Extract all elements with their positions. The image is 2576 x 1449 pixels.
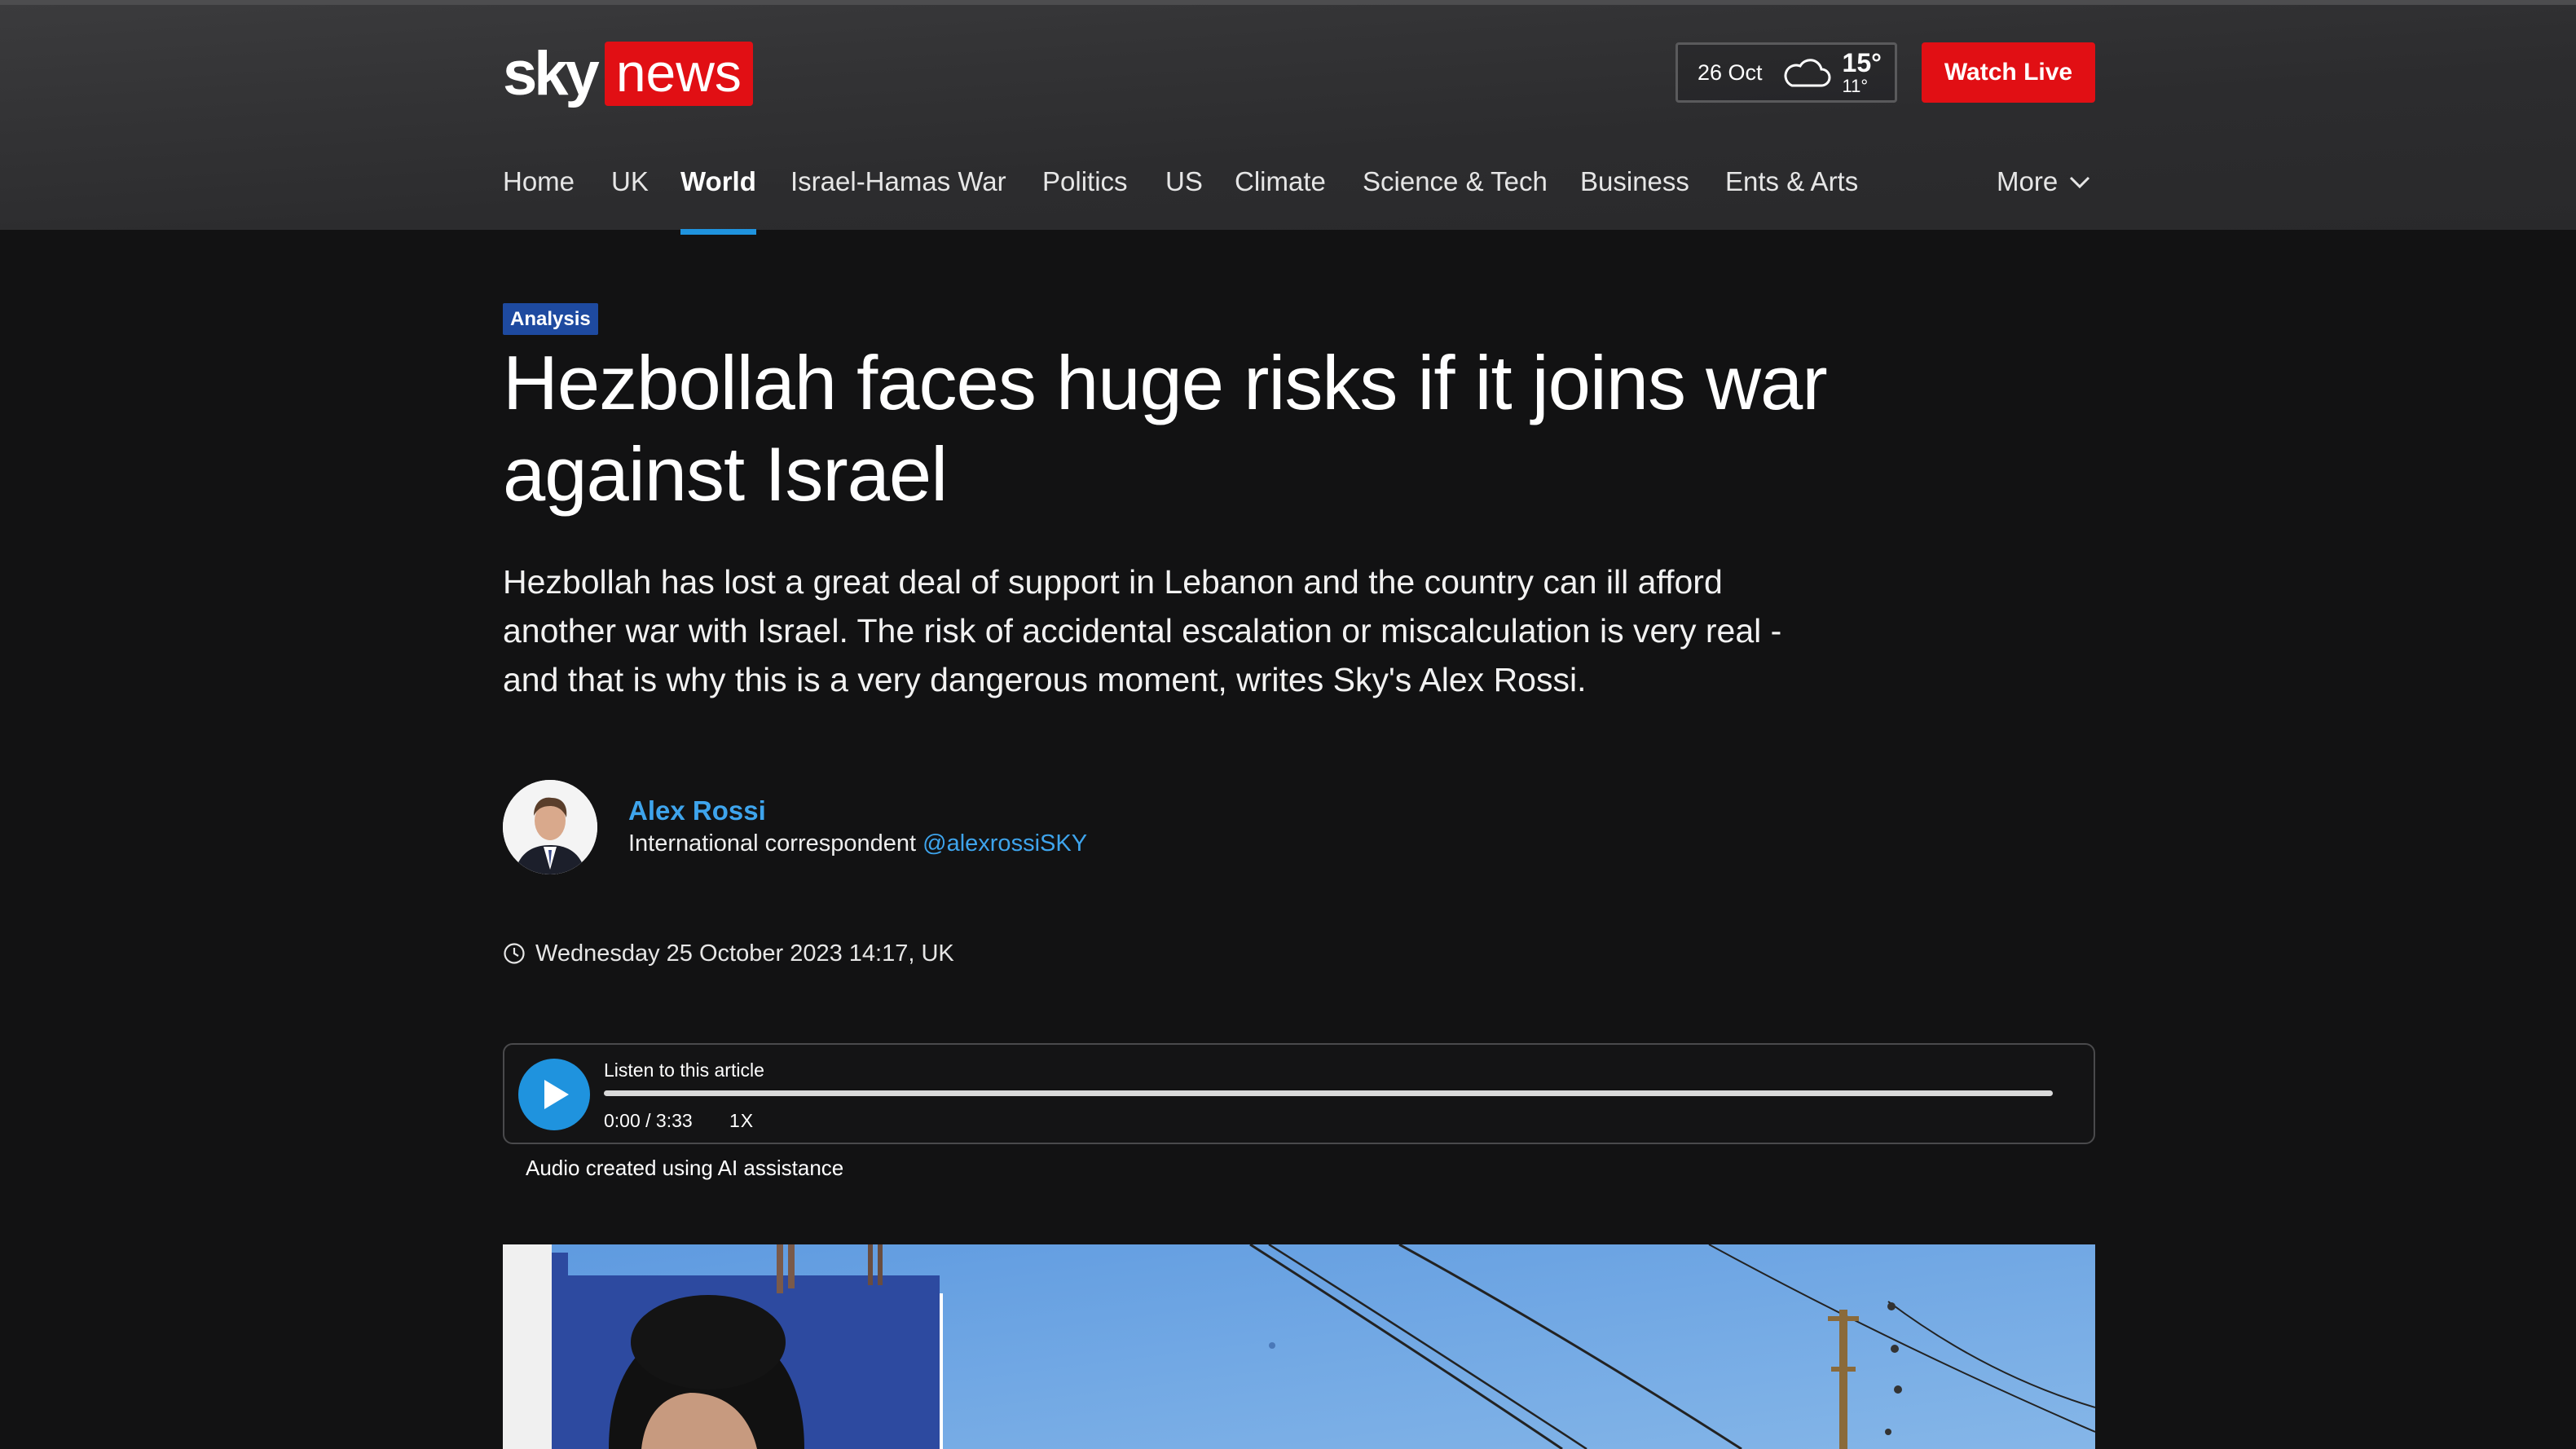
hero-image-art bbox=[503, 1244, 2095, 1449]
author-role-line: International correspondent @alexrossiSK… bbox=[628, 827, 1087, 860]
nav-science-tech[interactable]: Science & Tech bbox=[1363, 166, 1548, 235]
chevron-down-icon bbox=[2070, 176, 2090, 189]
audio-progress-bar[interactable] bbox=[604, 1090, 2053, 1096]
article-dateline: Wednesday 25 October 2023 14:17, UK bbox=[503, 937, 954, 970]
logo-news-text: news bbox=[604, 42, 753, 106]
author-avatar[interactable] bbox=[503, 780, 597, 874]
author-twitter-link[interactable]: @alexrossiSKY bbox=[923, 830, 1087, 857]
cloud-icon bbox=[1784, 59, 1831, 87]
hero-image[interactable] bbox=[503, 1244, 2095, 1449]
nav-israel-hamas-war[interactable]: Israel-Hamas War bbox=[790, 166, 1006, 235]
temp-high: 15° bbox=[1842, 48, 1882, 77]
article-headline: Hezbollah faces huge risks if it joins w… bbox=[503, 340, 1828, 517]
weather-date: 26 Oct bbox=[1698, 59, 1763, 85]
nav-more[interactable]: More bbox=[1997, 166, 2090, 235]
weather-widget[interactable]: 26 Oct 15° 11° bbox=[1676, 42, 1897, 103]
playback-speed-button[interactable]: 1X bbox=[729, 1110, 754, 1132]
nav-uk[interactable]: UK bbox=[611, 166, 649, 235]
author-portrait bbox=[503, 780, 597, 874]
nav-ents-arts[interactable]: Ents & Arts bbox=[1725, 166, 1858, 235]
analysis-badge: Analysis bbox=[503, 303, 598, 335]
author-info: Alex Rossi International correspondent @… bbox=[628, 795, 1087, 860]
temp-low: 11° bbox=[1842, 76, 1869, 96]
nav-climate[interactable]: Climate bbox=[1235, 166, 1326, 235]
nav-politics[interactable]: Politics bbox=[1042, 166, 1128, 235]
nav-home[interactable]: Home bbox=[503, 166, 575, 235]
clock-icon bbox=[504, 943, 525, 964]
ai-audio-note: Audio created using AI assistance bbox=[526, 1156, 844, 1180]
nav-business[interactable]: Business bbox=[1580, 166, 1689, 235]
logo-sky-text: sky bbox=[503, 39, 600, 108]
nav-us[interactable]: US bbox=[1165, 166, 1203, 235]
listen-label: Listen to this article bbox=[604, 1059, 764, 1081]
watch-live-button[interactable]: Watch Live bbox=[1922, 42, 2095, 103]
main-nav: Home UK World Israel-Hamas War Politics … bbox=[503, 166, 2095, 235]
page: sky news 26 Oct 15° 11° Watch Live Home … bbox=[0, 0, 2576, 1449]
author-name-link[interactable]: Alex Rossi bbox=[628, 795, 1087, 827]
nav-world[interactable]: World bbox=[680, 166, 756, 235]
article-standfirst: Hezbollah has lost a great deal of suppo… bbox=[503, 563, 1782, 698]
author-role: International correspondent bbox=[628, 830, 917, 857]
weather-temps: 15° 11° bbox=[1843, 50, 1882, 95]
author-byline: Alex Rossi International correspondent @… bbox=[503, 780, 1087, 874]
sky-news-logo[interactable]: sky news bbox=[503, 42, 753, 106]
dateline-text: Wednesday 25 October 2023 14:17, UK bbox=[535, 940, 954, 967]
nav-more-label: More bbox=[1997, 166, 2059, 196]
site-header: sky news 26 Oct 15° 11° Watch Live Home … bbox=[0, 0, 2576, 235]
play-icon bbox=[544, 1080, 569, 1109]
audio-player: Listen to this article 0:00 / 3:33 1X bbox=[503, 1043, 2095, 1144]
play-button[interactable] bbox=[518, 1059, 590, 1130]
audio-time: 0:00 / 3:33 bbox=[604, 1110, 693, 1131]
